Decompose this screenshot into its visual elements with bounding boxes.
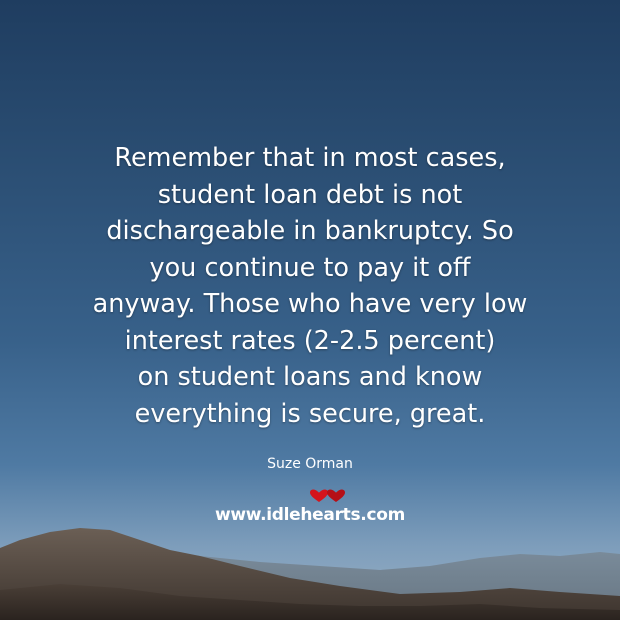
watermark-url: www.idlehearts.com <box>214 505 406 525</box>
quote-line: student loan debt is not <box>157 179 463 210</box>
heart-left-icon <box>310 489 328 502</box>
heart-right-icon <box>327 489 345 502</box>
quote-text: Remember that in most cases, student loa… <box>30 140 590 432</box>
quote-line: on student loans and know <box>137 362 483 392</box>
quote-line: dischargeable in bankruptcy. So <box>106 216 514 246</box>
quote-line: anyway. Those who have very low <box>92 289 528 319</box>
quote-author: Suze Orman <box>267 456 353 472</box>
hearts-icon <box>310 489 345 502</box>
quote-line: you continue to pay it off <box>149 252 471 283</box>
quote-line: Remember that in most cases, <box>114 143 506 173</box>
quote-line: interest rates (2-2.5 percent) <box>124 325 496 356</box>
quote-line: everything is secure, great. <box>134 398 486 429</box>
quote-card: Remember that in most cases, student loa… <box>0 0 620 620</box>
